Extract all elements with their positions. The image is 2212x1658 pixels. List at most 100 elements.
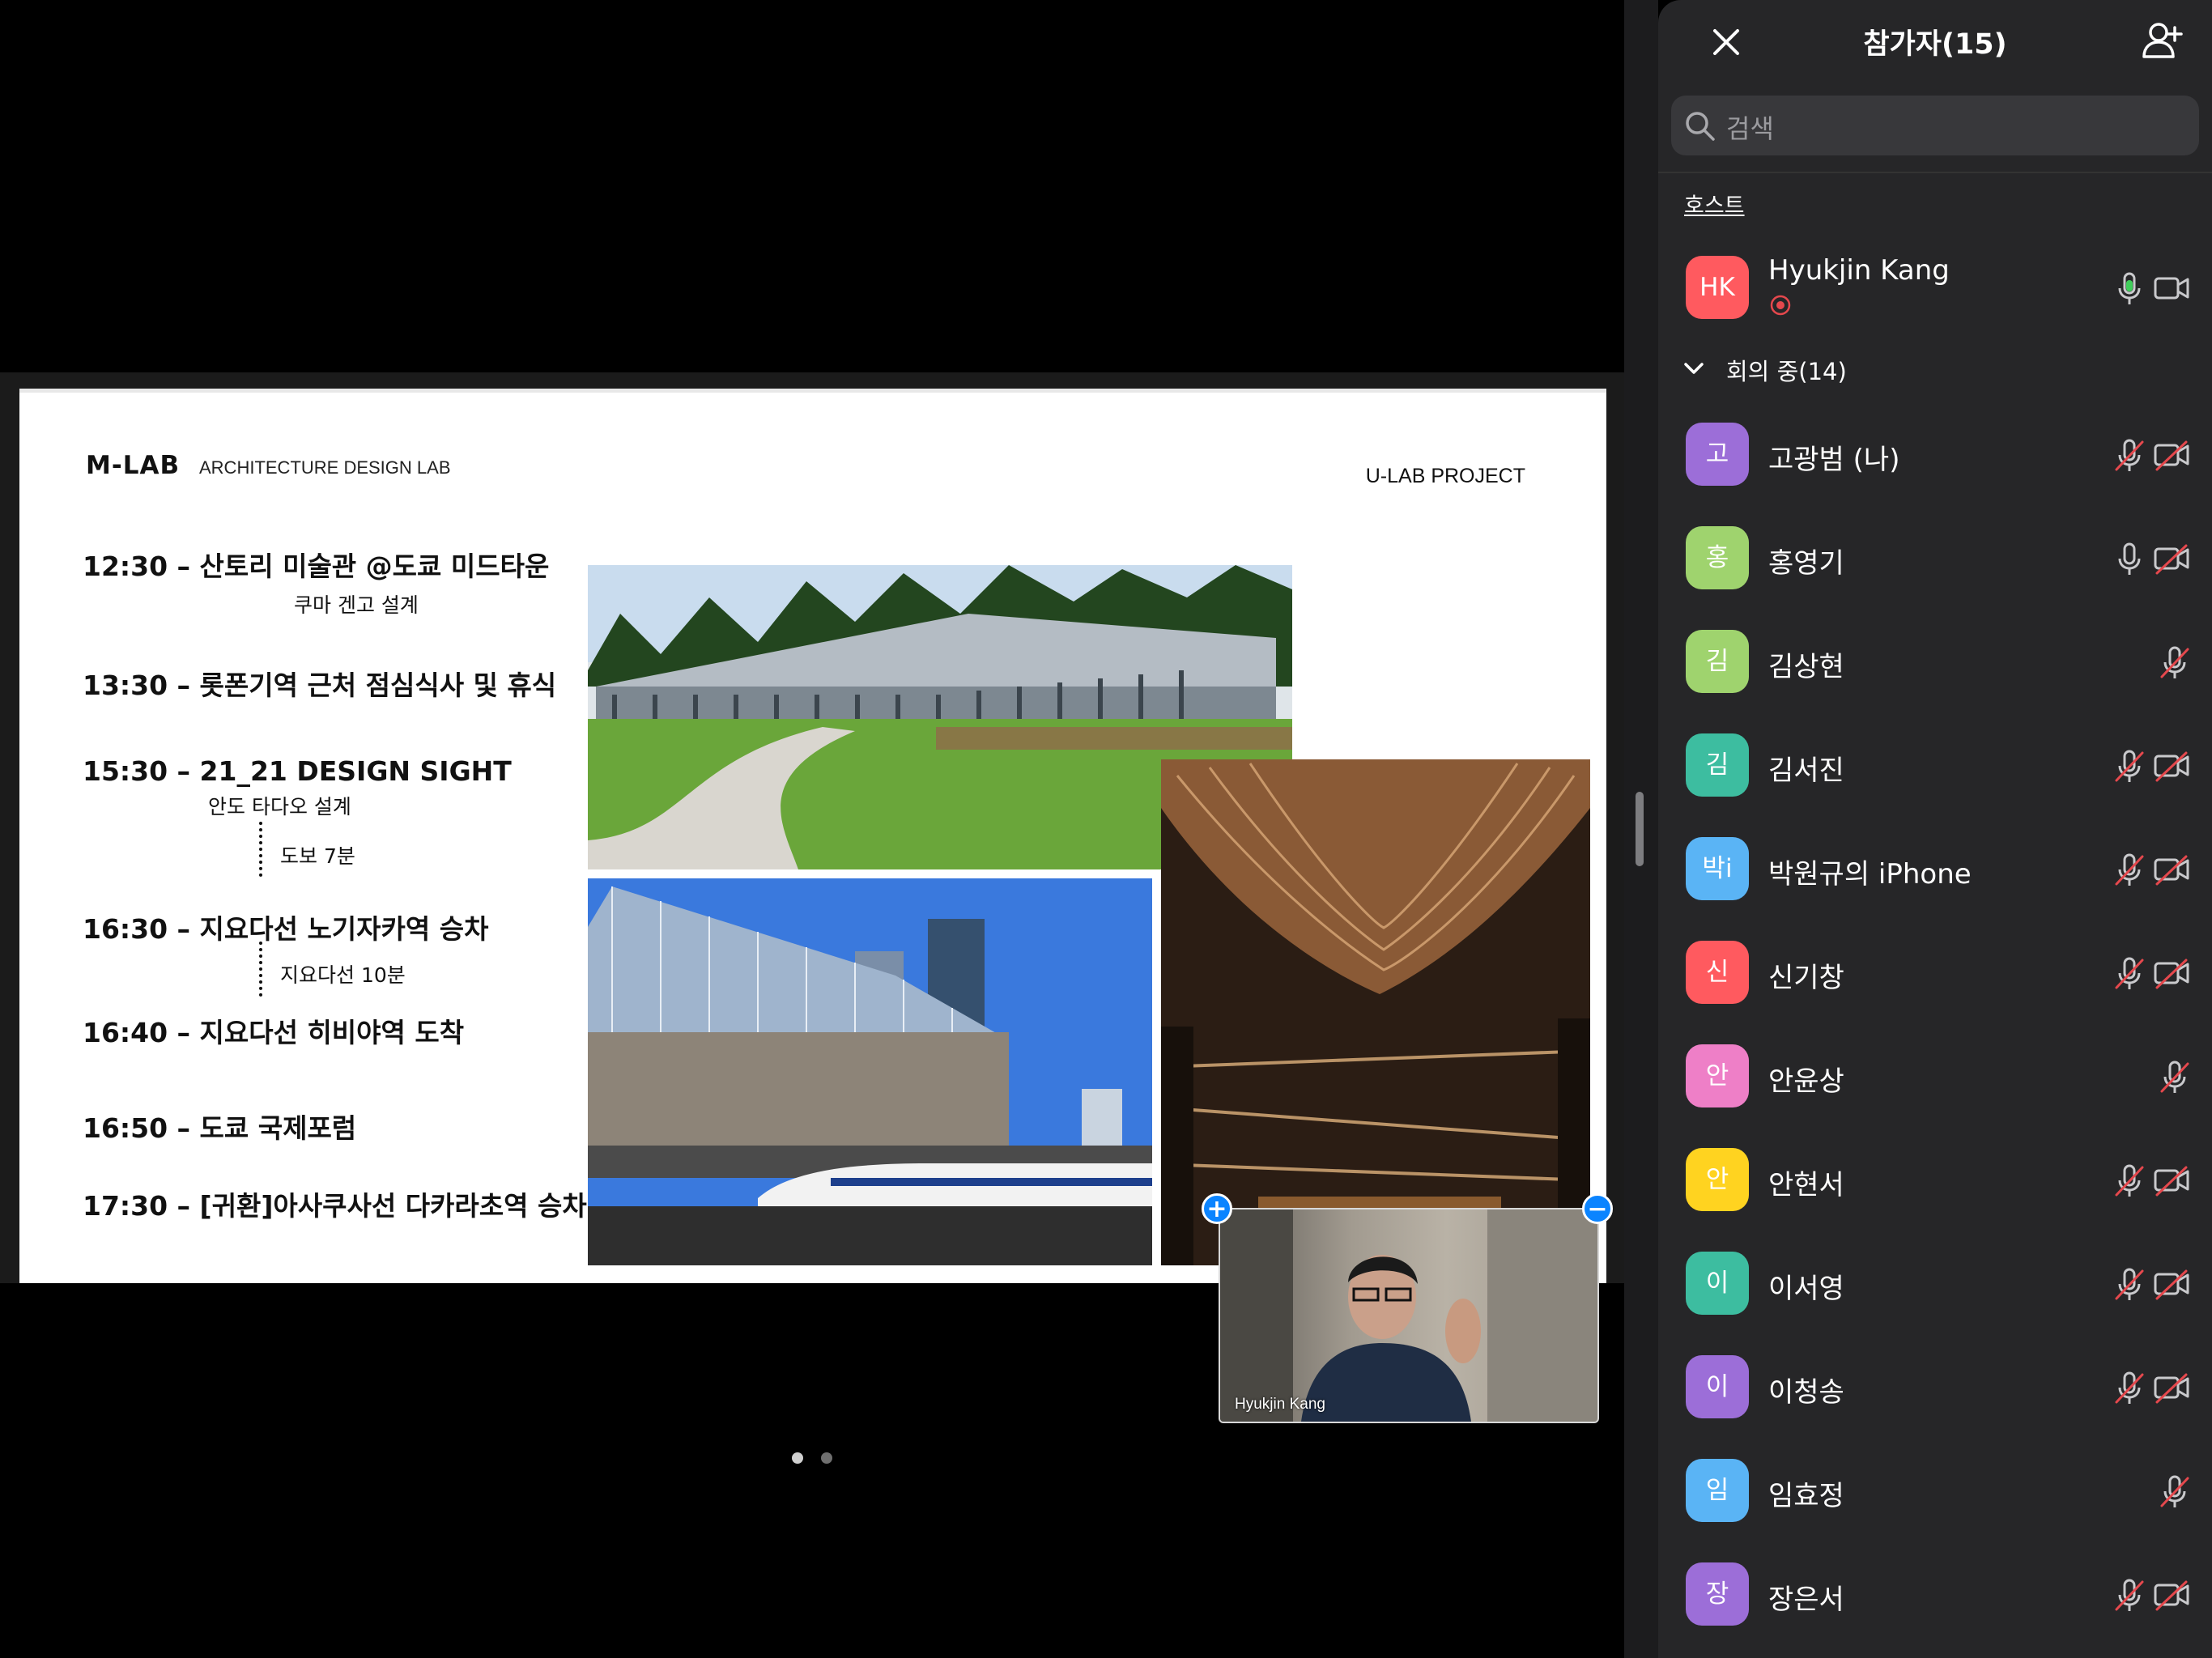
participant-row[interactable]: 장 장은서: [1658, 1546, 2212, 1643]
camera-off-icon[interactable]: [2152, 1265, 2191, 1303]
avatar: 장: [1686, 1562, 1749, 1626]
meeting-section-header: 회의 중(14): [1726, 358, 1847, 385]
microphone-muted-icon[interactable]: [2110, 436, 2149, 474]
participant-name: 박원규의 iPhone: [1768, 858, 1972, 891]
camera-off-icon[interactable]: [2152, 954, 2191, 993]
slide-project-label: U-LAB PROJECT: [1365, 465, 1525, 487]
schedule-item: 16:40 – 지요다선 히비야역 도착: [83, 1017, 465, 1048]
schedule-item: 17:30 – [귀환]아사쿠사선 다카라초역 승차: [83, 1190, 587, 1222]
panel-title: 참가자(15): [1863, 28, 2007, 61]
schedule-item: 16:50 – 도쿄 국제포럼: [83, 1112, 357, 1144]
microphone-muted-icon[interactable]: [2110, 746, 2149, 785]
microphone-muted-icon[interactable]: [2110, 954, 2149, 993]
search-field[interactable]: 검색: [1671, 96, 2199, 155]
participant-row[interactable]: 안 안윤상: [1658, 1028, 2212, 1125]
chevron-down-icon: [1684, 363, 1704, 374]
participant-row[interactable]: 박i 박원규의 iPhone: [1658, 821, 2212, 918]
recording-icon: [1770, 295, 1791, 316]
microphone-muted-icon[interactable]: [2110, 850, 2149, 889]
participant-row[interactable]: 이 이서영: [1658, 1235, 2212, 1333]
video-frame: [1220, 1209, 1597, 1422]
avatar: 이: [1686, 1355, 1749, 1418]
participant-name: 안윤상: [1768, 1065, 1844, 1098]
avatar: 안: [1686, 1044, 1749, 1107]
microphone-icon[interactable]: [2110, 539, 2149, 578]
camera-off-icon[interactable]: [2152, 850, 2191, 889]
schedule-item: 15:30 – 21_21 DESIGN SIGHT: [83, 755, 512, 787]
host-row[interactable]: HK Hyukjin Kang: [1658, 240, 2212, 337]
microphone-muted-icon[interactable]: [2155, 643, 2194, 682]
split-view-divider[interactable]: [1624, 0, 1658, 1658]
meeting-section-toggle[interactable]: 회의 중(14): [1678, 350, 1945, 390]
microphone-muted-icon[interactable]: [2155, 1472, 2194, 1511]
schedule-note: 지요다선 10분: [280, 963, 406, 987]
participant-row[interactable]: 신 신기창: [1658, 925, 2212, 1022]
schedule-item: 16:30 – 지요다선 노기자카역 승차: [83, 913, 489, 945]
participant-row[interactable]: 임 임효정: [1658, 1443, 2212, 1540]
presentation-slide: M-LAB ARCHITECTURE DESIGN LAB U-LAB PROJ…: [19, 389, 1606, 1283]
camera-off-icon[interactable]: [2152, 1161, 2191, 1200]
avatar: HK: [1686, 256, 1749, 319]
search-placeholder: 검색: [1726, 113, 1774, 144]
participant-name: 홍영기: [1768, 547, 1844, 580]
participant-row[interactable]: 홍 홍영기: [1658, 510, 2212, 607]
schedule-item: 12:30 – 산토리 미술관 @도쿄 미드타운: [83, 551, 550, 582]
participant-name: Hyukjin Kang: [1768, 254, 1950, 287]
camera-off-icon[interactable]: [2152, 1368, 2191, 1407]
microphone-muted-icon[interactable]: [2110, 1265, 2149, 1303]
participant-name: 고광범 (나): [1768, 444, 1900, 476]
participant-name: 임효정: [1768, 1480, 1844, 1512]
camera-off-icon[interactable]: [2152, 436, 2191, 474]
camera-icon[interactable]: [2152, 269, 2191, 308]
route-connector: [259, 942, 262, 997]
video-expand-handle[interactable]: +: [1202, 1193, 1232, 1224]
avatar: 홍: [1686, 526, 1749, 589]
participant-row[interactable]: 김 김상현: [1658, 614, 2212, 711]
video-collapse-handle[interactable]: −: [1582, 1193, 1613, 1224]
schedule-item: 13:30 – 롯폰기역 근처 점심식사 및 휴식: [83, 670, 557, 701]
schedule-note: 쿠마 겐고 설계: [294, 593, 419, 617]
participant-name: 이서영: [1768, 1273, 1844, 1305]
avatar: 박i: [1686, 837, 1749, 900]
schedule-note: 안도 타다오 설계: [208, 795, 351, 818]
participant-name: 김서진: [1768, 755, 1844, 787]
host-video-tile[interactable]: Hyukjin Kang: [1219, 1208, 1599, 1423]
participants-panel: 참가자(15) 검색 호스트 HK Hyukjin Kang 회의 중(14) …: [1658, 0, 2212, 1658]
participant-name: 안현서: [1768, 1169, 1844, 1201]
tokyo-forum-exterior-photo: [588, 878, 1152, 1265]
participant-name: 신기창: [1768, 962, 1844, 994]
schedule-note: 도보 7분: [280, 844, 355, 868]
microphone-muted-icon[interactable]: [2110, 1161, 2149, 1200]
video-participant-name: Hyukjin Kang: [1235, 1396, 1325, 1413]
participant-row[interactable]: 김 김서진: [1658, 717, 2212, 814]
camera-off-icon[interactable]: [2152, 539, 2191, 578]
invite-button[interactable]: [2139, 18, 2184, 63]
search-icon: [1686, 112, 1715, 141]
avatar: 김: [1686, 630, 1749, 693]
participant-row[interactable]: 이 이청송: [1658, 1339, 2212, 1436]
microphone-muted-icon[interactable]: [2155, 1057, 2194, 1096]
microphone-muted-icon[interactable]: [2110, 1368, 2149, 1407]
avatar: 안: [1686, 1148, 1749, 1211]
participant-name: 김상현: [1768, 651, 1844, 683]
panel-divider: [1658, 172, 2212, 173]
split-view-grip[interactable]: [1636, 792, 1644, 866]
participant-row[interactable]: 고 고광범 (나): [1658, 406, 2212, 504]
avatar: 임: [1686, 1459, 1749, 1522]
participant-row[interactable]: 안 안현서: [1658, 1132, 2212, 1229]
add-person-icon: [2142, 23, 2183, 58]
camera-off-icon[interactable]: [2152, 1575, 2191, 1614]
microphone-muted-icon[interactable]: [2110, 1575, 2149, 1614]
avatar: 이: [1686, 1252, 1749, 1315]
page-dot-active[interactable]: [792, 1452, 803, 1464]
participant-name: 장은서: [1768, 1584, 1844, 1616]
route-connector: [259, 822, 262, 877]
host-section-header: 호스트: [1684, 193, 1745, 219]
slide-brand-subtitle: ARCHITECTURE DESIGN LAB: [199, 457, 451, 478]
slide-brand: M-LAB: [86, 451, 181, 480]
microphone-icon[interactable]: [2110, 269, 2149, 308]
tokyo-forum-atrium-photo: [1161, 759, 1590, 1265]
camera-off-icon[interactable]: [2152, 746, 2191, 785]
page-dot[interactable]: [821, 1452, 832, 1464]
avatar: 김: [1686, 733, 1749, 797]
